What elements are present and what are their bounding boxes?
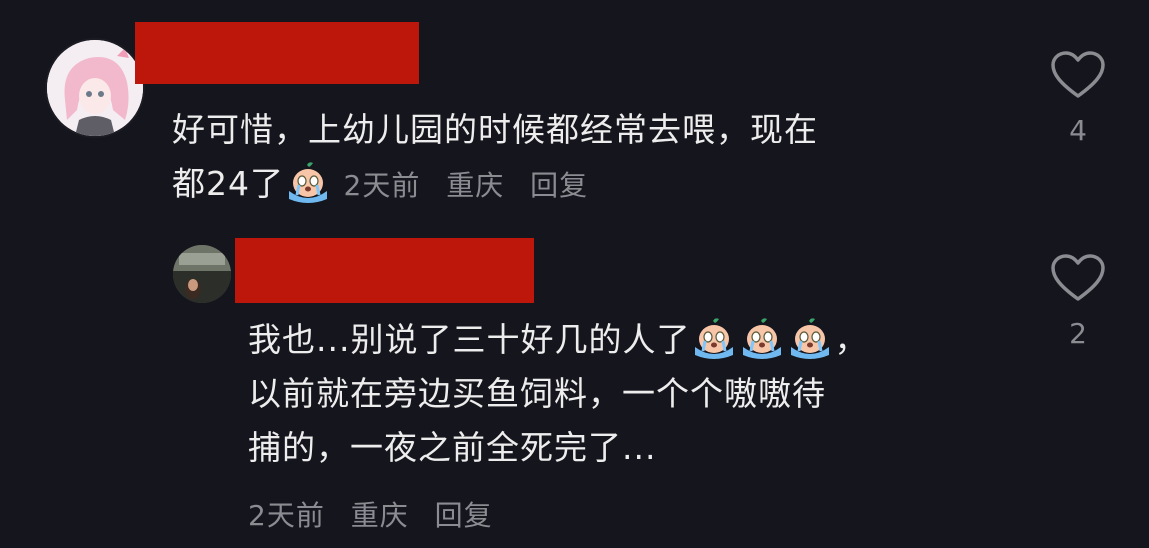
reply-time: 2天前 bbox=[248, 499, 325, 532]
comment-text-line: 都24了 2天前 重庆 回复 bbox=[172, 157, 992, 213]
redacted-username bbox=[235, 238, 534, 303]
like-count: 4 bbox=[1069, 114, 1087, 147]
crying-emoji-icon bbox=[691, 317, 737, 359]
avatar-commenter[interactable] bbox=[45, 38, 145, 138]
crying-emoji-icon bbox=[739, 317, 785, 359]
reply-text-line: 我也...别说了三十好几的人了 ， bbox=[248, 313, 1028, 367]
reply-meta: 2天前 重庆 回复 bbox=[248, 490, 509, 542]
reply-button[interactable]: 回复 bbox=[435, 499, 493, 532]
reply-text-line: 捕的，一夜之前全死完了... bbox=[248, 428, 657, 467]
reply-location: 重庆 bbox=[350, 499, 409, 532]
like-count: 2 bbox=[1069, 317, 1087, 350]
heart-outline-icon[interactable] bbox=[1050, 253, 1106, 303]
comment-text-line: 好可惜，上幼儿园的时候都经常去喂，现在 bbox=[172, 110, 818, 149]
reply-text-punct: ， bbox=[834, 320, 869, 359]
avatar-image bbox=[173, 245, 231, 303]
reply-button[interactable]: 回复 bbox=[530, 169, 588, 202]
comment-time: 2天前 bbox=[343, 169, 421, 202]
reply-text-start: 我也...别说了三十好几的人了 bbox=[248, 320, 691, 359]
comment-meta: 2天前 重庆 回复 bbox=[344, 169, 605, 202]
crying-emoji-icon bbox=[787, 317, 833, 359]
reply-text-line: 以前就在旁边买鱼饲料，一个个嗷嗷待 bbox=[248, 374, 826, 413]
like-control-comment: 4 bbox=[1048, 50, 1108, 147]
comment-body: 好可惜，上幼儿园的时候都经常去喂，现在 都24了 2天前 重庆 回复 bbox=[172, 103, 992, 213]
comment-text-end: 都24了 bbox=[172, 164, 284, 203]
crying-emoji-icon bbox=[285, 161, 331, 203]
redacted-username bbox=[135, 22, 419, 84]
avatar-image bbox=[47, 40, 143, 136]
comment-thread: 好可惜，上幼儿园的时候都经常去喂，现在 都24了 2天前 重庆 回复 4 我也.… bbox=[0, 0, 1149, 548]
like-control-reply: 2 bbox=[1048, 253, 1108, 350]
reply-body: 我也...别说了三十好几的人了 ， 以前就在旁边买鱼饲料，一个个嗷嗷待 捕的，一夜… bbox=[248, 313, 1028, 475]
heart-outline-icon[interactable] bbox=[1050, 50, 1106, 100]
avatar-replier[interactable] bbox=[173, 245, 231, 303]
comment-location: 重庆 bbox=[446, 169, 505, 202]
